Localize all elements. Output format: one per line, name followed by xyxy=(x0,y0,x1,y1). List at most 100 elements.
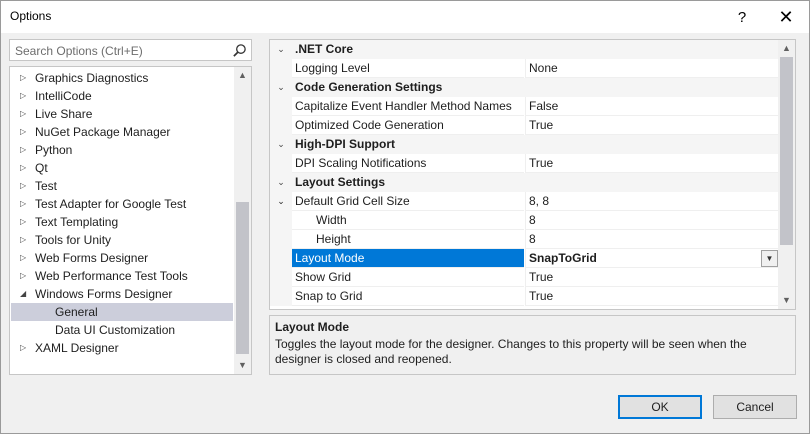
property-row[interactable]: DPI Scaling Notifications True xyxy=(270,154,779,173)
property-value-cell[interactable]: 8 xyxy=(525,230,779,249)
property-name: Width xyxy=(316,213,347,227)
property-grid[interactable]: ⌄ .NET Core Logging Level None ⌄ Code Generat… xyxy=(269,39,796,310)
tree-item[interactable]: ◢ Windows Forms Designer xyxy=(11,285,233,303)
cancel-button[interactable]: Cancel xyxy=(713,395,797,419)
property-value-cell[interactable]: True xyxy=(525,268,779,287)
property-name-cell[interactable]: Default Grid Cell Size xyxy=(292,192,524,211)
expand-arrow-icon[interactable]: ▷ xyxy=(20,87,32,105)
tree-item-label: XAML Designer xyxy=(35,341,119,355)
property-row[interactable]: Width 8 xyxy=(270,211,779,230)
category-name: Layout Settings xyxy=(295,175,386,189)
property-value-cell[interactable]: True xyxy=(525,287,779,306)
scroll-thumb[interactable] xyxy=(780,57,793,245)
category-row[interactable]: ⌄ .NET Core xyxy=(270,40,779,59)
expand-arrow-icon[interactable]: ▷ xyxy=(20,231,32,249)
property-name-cell[interactable]: DPI Scaling Notifications xyxy=(292,154,524,173)
property-name-cell[interactable]: Layout Mode xyxy=(292,249,524,268)
tree-item[interactable]: ▷ XAML Designer xyxy=(11,339,233,357)
row-gutter xyxy=(270,59,292,78)
category-row[interactable]: ⌄ Code Generation Settings xyxy=(270,78,779,97)
scroll-up-icon[interactable]: ▲ xyxy=(234,67,251,84)
scroll-down-icon[interactable]: ▼ xyxy=(778,292,795,309)
expand-arrow-icon[interactable]: ▷ xyxy=(20,177,32,195)
property-value-cell[interactable]: True xyxy=(525,154,779,173)
property-name-cell[interactable]: Height xyxy=(292,230,524,249)
tree-scrollbar[interactable]: ▲ ▼ xyxy=(234,67,251,374)
property-row[interactable]: Capitalize Event Handler Method Names Fal… xyxy=(270,97,779,116)
tree-item[interactable]: ▷ IntelliCode xyxy=(11,87,233,105)
ok-button[interactable]: OK xyxy=(618,395,702,419)
expand-arrow-icon[interactable]: ▷ xyxy=(20,141,32,159)
property-row[interactable]: Layout Mode SnapToGrid ▼ xyxy=(270,249,779,268)
tree-item-label: Test Adapter for Google Test xyxy=(35,197,187,211)
category-name: .NET Core xyxy=(295,42,354,56)
search-icon[interactable] xyxy=(232,43,247,58)
expand-arrow-icon[interactable]: ▷ xyxy=(20,249,32,267)
row-gutter xyxy=(270,211,292,230)
tree-item-label: Web Forms Designer xyxy=(35,251,149,265)
category-row[interactable]: ⌄ Layout Settings xyxy=(270,173,779,192)
property-value-cell[interactable]: None xyxy=(525,59,779,78)
tree-item[interactable]: ▷ Live Share xyxy=(11,105,233,123)
property-name-cell[interactable]: Capitalize Event Handler Method Names xyxy=(292,97,524,116)
tree-item[interactable]: ▷ Text Templating xyxy=(11,213,233,231)
expand-arrow-icon[interactable]: ▷ xyxy=(20,213,32,231)
collapse-chevron-icon[interactable]: ⌄ xyxy=(270,135,292,154)
expand-arrow-icon[interactable]: ▷ xyxy=(20,267,32,285)
scroll-up-icon[interactable]: ▲ xyxy=(778,40,795,57)
tree-item-label: Graphics Diagnostics xyxy=(35,71,149,85)
dropdown-arrow-icon[interactable]: ▼ xyxy=(761,250,778,267)
help-button[interactable]: ? xyxy=(721,1,763,33)
tree-item[interactable]: ▷ Test xyxy=(11,177,233,195)
scroll-thumb[interactable] xyxy=(236,202,249,354)
options-tree[interactable]: ▷ Graphics Diagnostics ▷ IntelliCode ▷ Live S… xyxy=(9,66,252,375)
collapse-arrow-icon[interactable]: ◢ xyxy=(20,285,32,303)
tree-item[interactable]: ▷ Tools for Unity xyxy=(11,231,233,249)
property-row[interactable]: Logging Level None xyxy=(270,59,779,78)
property-value: True xyxy=(529,156,554,170)
tree-item[interactable]: ▷ Web Forms Designer xyxy=(11,249,233,267)
property-name-cell[interactable]: Show Grid xyxy=(292,268,524,287)
property-row[interactable]: Show Grid True xyxy=(270,268,779,287)
property-row[interactable]: Optimized Code Generation True xyxy=(270,116,779,135)
search-options-input[interactable]: Search Options (Ctrl+E) xyxy=(9,39,252,61)
tree-item-label: NuGet Package Manager xyxy=(35,125,171,139)
tree-item[interactable]: ▷ Web Performance Test Tools xyxy=(11,267,233,285)
property-value-cell[interactable]: SnapToGrid ▼ xyxy=(525,249,779,268)
property-name-cell[interactable]: Snap to Grid xyxy=(292,287,524,306)
property-value-cell[interactable]: 8 xyxy=(525,211,779,230)
expand-arrow-icon[interactable]: ▷ xyxy=(20,159,32,177)
expand-arrow-icon[interactable]: ▷ xyxy=(20,123,32,141)
scroll-down-icon[interactable]: ▼ xyxy=(234,357,251,374)
property-row[interactable]: Height 8 xyxy=(270,230,779,249)
tree-item[interactable]: ▷ Qt xyxy=(11,159,233,177)
tree-item[interactable]: General xyxy=(11,303,233,321)
tree-item[interactable]: ▷ Test Adapter for Google Test xyxy=(11,195,233,213)
collapse-chevron-icon[interactable]: ⌄ xyxy=(270,192,292,211)
property-value: True xyxy=(529,118,554,132)
tree-item[interactable]: ▷ NuGet Package Manager xyxy=(11,123,233,141)
tree-item[interactable]: Data UI Customization xyxy=(11,321,233,339)
collapse-chevron-icon[interactable]: ⌄ xyxy=(270,78,292,97)
grid-scrollbar[interactable]: ▲ ▼ xyxy=(778,40,795,309)
tree-item[interactable]: ▷ Python xyxy=(11,141,233,159)
tree-item-label: Text Templating xyxy=(35,215,119,229)
property-row[interactable]: Snap to Grid True xyxy=(270,287,779,306)
category-row[interactable]: ⌄ High-DPI Support xyxy=(270,135,779,154)
property-value-cell[interactable]: 8, 8 xyxy=(525,192,779,211)
expand-arrow-icon[interactable]: ▷ xyxy=(20,339,32,357)
expand-arrow-icon[interactable]: ▷ xyxy=(20,69,32,87)
expand-arrow-icon[interactable]: ▷ xyxy=(20,105,32,123)
property-row[interactable]: ⌄ Default Grid Cell Size 8, 8 xyxy=(270,192,779,211)
property-value-cell[interactable]: True xyxy=(525,116,779,135)
row-gutter xyxy=(270,230,292,249)
expand-arrow-icon[interactable]: ▷ xyxy=(20,195,32,213)
property-name-cell[interactable]: Width xyxy=(292,211,524,230)
close-button[interactable]: ✕ xyxy=(765,1,807,33)
property-name-cell[interactable]: Optimized Code Generation xyxy=(292,116,524,135)
tree-item[interactable]: ▷ Graphics Diagnostics xyxy=(11,69,233,87)
collapse-chevron-icon[interactable]: ⌄ xyxy=(270,40,292,59)
property-value-cell[interactable]: False xyxy=(525,97,779,116)
property-name-cell[interactable]: Logging Level xyxy=(292,59,524,78)
collapse-chevron-icon[interactable]: ⌄ xyxy=(270,173,292,192)
